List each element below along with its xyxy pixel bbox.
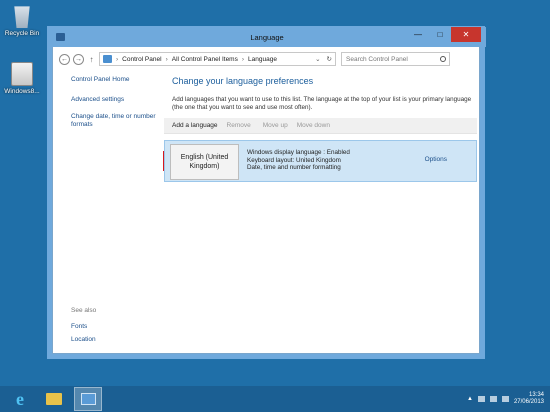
windows8-desktop-icon[interactable]: Windows8... — [2, 62, 42, 95]
recycle-bin-label: Recycle Bin — [4, 30, 40, 37]
change-date-time-formats-link[interactable]: Change date, time or number formats — [71, 113, 161, 129]
language-options-link[interactable]: Options — [425, 156, 447, 163]
add-language-button[interactable]: Add a language — [172, 122, 218, 129]
dropdown-chevron-icon[interactable]: ⌄ — [315, 55, 320, 63]
advanced-settings-link[interactable]: Advanced settings — [71, 96, 161, 104]
see-also-section: See also Fonts Location — [71, 307, 96, 349]
up-button[interactable]: ↑ — [87, 55, 96, 64]
address-bar: ← → ↑ › Control Panel › All Control Pane… — [59, 51, 475, 67]
language-details: Windows display language : Enabled Keybo… — [247, 149, 350, 172]
display-language-status: Windows display language : Enabled — [247, 149, 350, 156]
internet-explorer-icon: e — [16, 388, 24, 409]
forward-button[interactable]: → — [73, 53, 84, 65]
language-toolbar: Add a language Remove Move up Move down — [164, 118, 477, 134]
language-window: Language — □ ✕ ← → ↑ › Control Panel › A… — [48, 27, 486, 354]
file-explorer-taskbar-button[interactable] — [40, 387, 68, 411]
recycle-bin-desktop-icon[interactable]: Recycle Bin — [2, 4, 42, 37]
forward-arrow-icon: → — [75, 55, 82, 63]
date-format-status: Date, time and number formatting — [247, 164, 341, 171]
fonts-link[interactable]: Fonts — [71, 323, 96, 330]
network-icon[interactable] — [489, 396, 497, 402]
language-list-item[interactable]: English (United Kingdom) Windows display… — [164, 140, 477, 182]
breadcrumb-separator-icon: › — [116, 55, 119, 63]
intro-text: Add languages that you want to use to th… — [172, 96, 472, 111]
recycle-bin-icon — [14, 6, 30, 28]
clock[interactable]: 13:34 27/06/2013 — [514, 392, 544, 406]
breadcrumb-separator-icon: › — [241, 55, 245, 63]
control-panel-taskbar-button[interactable] — [74, 387, 102, 411]
remove-button[interactable]: Remove — [227, 122, 251, 129]
back-arrow-icon: ← — [61, 55, 68, 63]
application-icon — [11, 62, 33, 86]
flag-icon[interactable] — [477, 396, 485, 402]
see-also-header: See also — [71, 307, 97, 314]
clock-time: 13:34 — [528, 392, 544, 398]
search-input[interactable]: Search Control Panel — [341, 52, 450, 66]
clock-date: 27/06/2013 — [513, 399, 544, 405]
control-panel-icon — [80, 393, 96, 405]
minimize-button[interactable]: — — [407, 27, 429, 42]
search-placeholder: Search Control Panel — [346, 55, 408, 63]
move-up-button[interactable]: Move up — [263, 122, 288, 129]
left-navigation-pane: Control Panel Home Advanced settings Cha… — [71, 76, 161, 138]
page-title: Change your language preferences — [172, 76, 314, 86]
internet-explorer-taskbar-button[interactable]: e — [6, 387, 34, 411]
show-hidden-icons-icon[interactable]: ▲ — [467, 396, 473, 402]
windows8-label: Windows8... — [4, 88, 40, 95]
breadcrumb-all-items[interactable]: All Control Panel Items — [172, 56, 238, 63]
keyboard-layout-status: Keyboard layout: United Kingdom — [247, 156, 341, 164]
system-tray: ▲ 13:34 27/06/2013 — [467, 392, 550, 406]
language-tile[interactable]: English (United Kingdom) — [170, 144, 239, 180]
location-link[interactable]: Location — [71, 336, 96, 343]
title-bar[interactable]: Language — □ ✕ — [48, 27, 486, 47]
maximize-button[interactable]: □ — [429, 27, 451, 42]
move-down-button[interactable]: Move down — [297, 122, 330, 129]
back-button[interactable]: ← — [59, 53, 70, 65]
control-panel-icon — [103, 55, 112, 63]
breadcrumb-control-panel[interactable]: Control Panel — [122, 56, 161, 63]
taskbar: e ▲ 13:34 27/06/2013 — [0, 386, 550, 412]
main-content: Change your language preferences Add lan… — [163, 76, 477, 182]
control-panel-home-link[interactable]: Control Panel Home — [71, 76, 161, 83]
breadcrumb-language[interactable]: Language — [248, 56, 277, 63]
close-button[interactable]: ✕ — [451, 27, 481, 42]
refresh-icon[interactable]: ↻ — [327, 55, 332, 63]
breadcrumb[interactable]: › Control Panel › All Control Panel Item… — [99, 52, 336, 66]
breadcrumb-separator-icon: › — [165, 55, 168, 63]
folder-icon — [46, 393, 62, 405]
volume-icon[interactable] — [501, 396, 509, 402]
search-icon[interactable] — [440, 56, 446, 62]
